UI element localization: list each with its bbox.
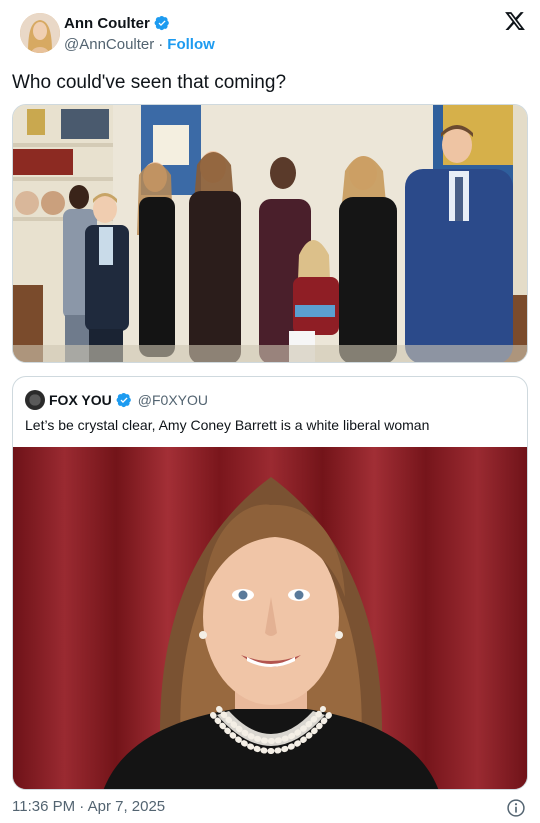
- verified-badge-icon: [116, 392, 131, 408]
- quoted-name[interactable]: FOX YOU: [49, 392, 112, 408]
- verified-badge-icon: [154, 15, 169, 31]
- separator-dot: ·: [158, 35, 164, 53]
- tweet-timestamp[interactable]: 11:36 PM · Apr 7, 2025: [12, 798, 165, 815]
- author-avatar[interactable]: [20, 13, 60, 53]
- author-handle[interactable]: @AnnCoulter: [64, 36, 154, 53]
- quoted-photo-portrait[interactable]: [13, 447, 527, 789]
- author-name[interactable]: Ann Coulter: [64, 15, 150, 32]
- tweet-header: Ann Coulter @AnnCoulter · Follow: [14, 10, 526, 62]
- quoted-header: FOX YOU @F0XYOU: [25, 389, 208, 411]
- quoted-handle[interactable]: @F0XYOU: [138, 392, 208, 408]
- quoted-avatar[interactable]: [25, 390, 45, 410]
- x-logo-icon[interactable]: [504, 10, 526, 32]
- tweet-photo-family[interactable]: [12, 104, 528, 363]
- quoted-tweet[interactable]: FOX YOU @F0XYOU Let’s be crystal clear, …: [12, 376, 528, 790]
- family-photo-image: [13, 105, 527, 362]
- author-block: Ann Coulter @AnnCoulter · Follow: [64, 13, 215, 55]
- portrait-photo-image: [13, 447, 527, 789]
- quoted-text: Let’s be crystal clear, Amy Coney Barret…: [25, 417, 430, 433]
- follow-button[interactable]: Follow: [167, 36, 215, 53]
- tweet-text: Who could've seen that coming?: [12, 72, 287, 93]
- info-icon[interactable]: [506, 798, 526, 818]
- tweet-footer: 11:36 PM · Apr 7, 2025: [12, 798, 528, 820]
